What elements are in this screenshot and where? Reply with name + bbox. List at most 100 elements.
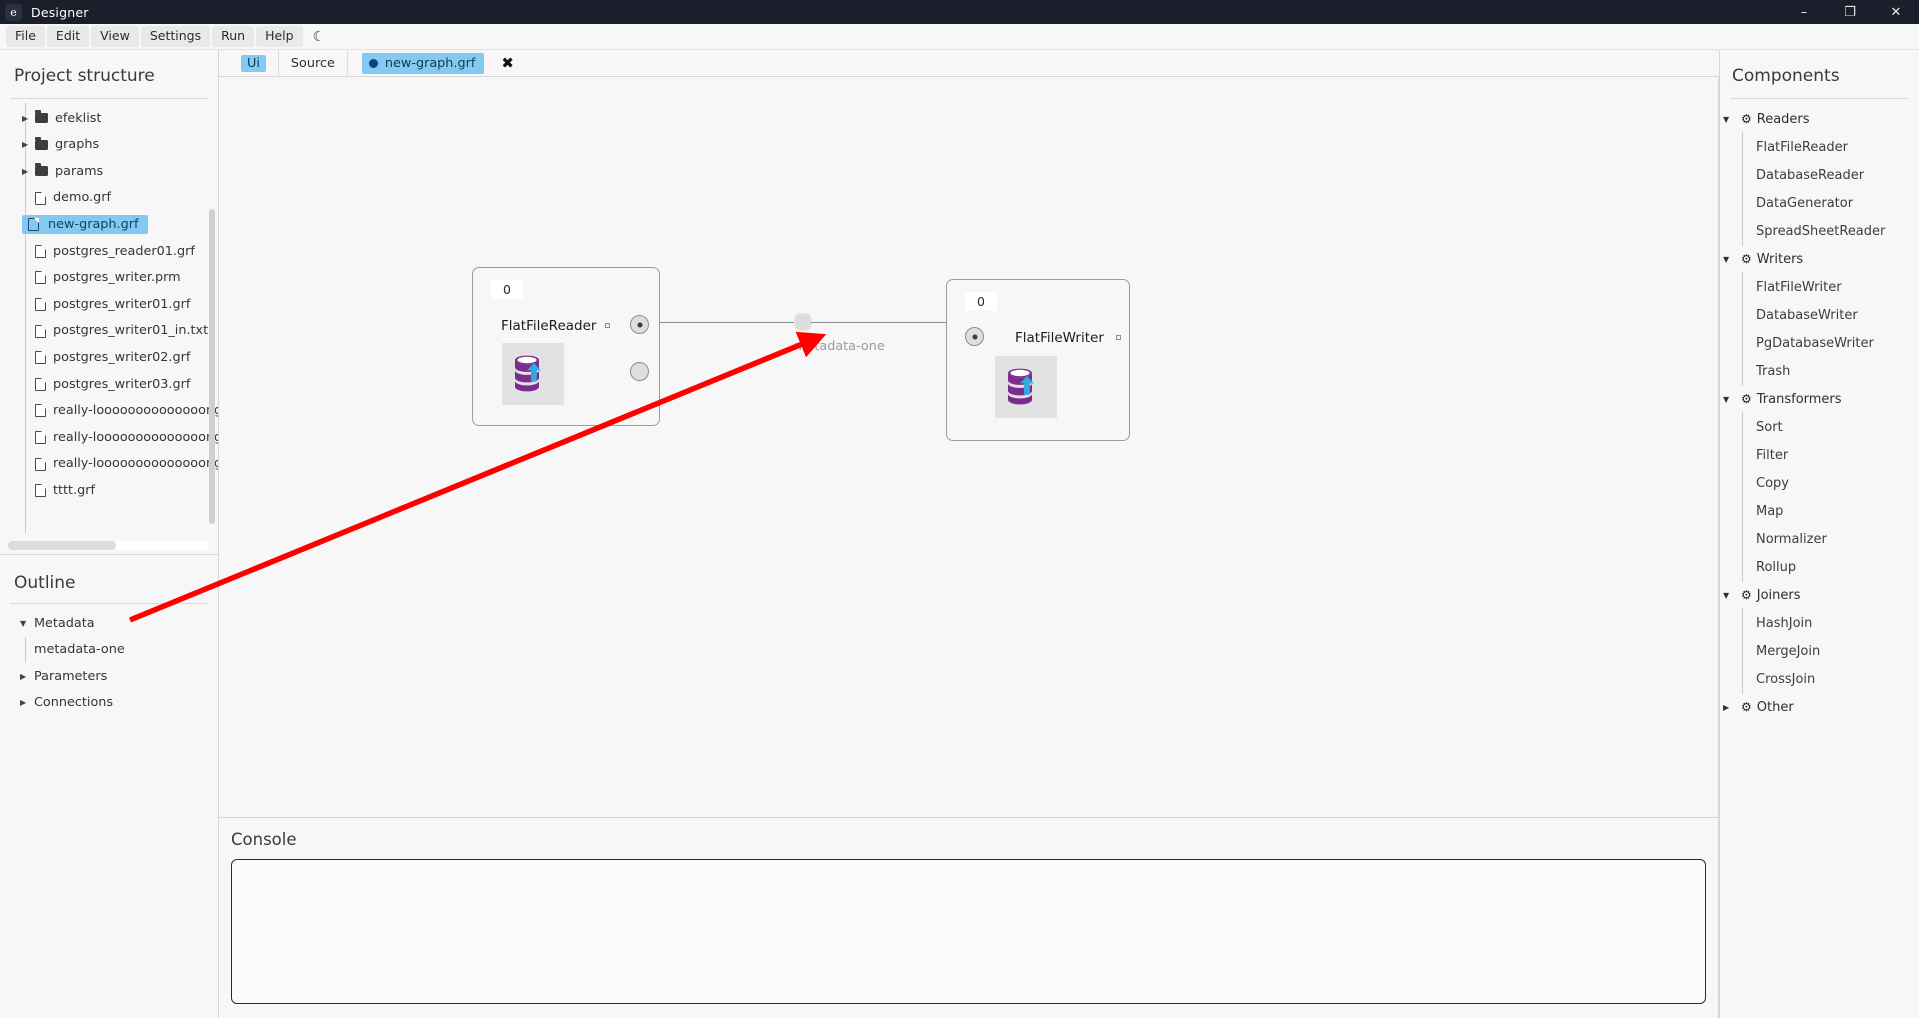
node-input-port-0[interactable] (965, 327, 984, 346)
project-tree-item[interactable]: postgres_writer03.grf (0, 371, 218, 398)
project-tree-item[interactable]: demo.grf (0, 185, 218, 212)
component-item-rollup[interactable]: Rollup (1720, 552, 1919, 582)
component-item-pgdatabasewriter[interactable]: PgDatabaseWriter (1720, 328, 1919, 358)
outline-twisty-icon[interactable]: ▶ (20, 672, 34, 681)
tree-item-content: demo.grf (22, 190, 111, 205)
project-tree-item[interactable]: ▶ params (0, 158, 218, 185)
project-tree-item[interactable]: postgres_writer02.grf (0, 344, 218, 371)
close-tab-icon[interactable]: ✖ (491, 54, 524, 72)
edge-label-metadata-one[interactable]: metadata-one (794, 339, 885, 354)
component-item-databasewriter[interactable]: DatabaseWriter (1720, 300, 1919, 330)
project-tree-item[interactable]: really-loooooooooooooong-f (0, 398, 218, 425)
component-item-spreadsheetreader[interactable]: SpreadSheetReader (1720, 216, 1919, 246)
component-item-filter[interactable]: Filter (1720, 440, 1919, 470)
close-button[interactable]: ✕ (1873, 0, 1919, 24)
graph-node-flatfilereader[interactable]: 0 FlatFileReader (472, 267, 660, 426)
menu-settings[interactable]: Settings (140, 25, 211, 48)
outline-item[interactable]: metadata-one (0, 636, 218, 664)
component-item-crossjoin[interactable]: CrossJoin (1720, 664, 1919, 694)
project-tree-item[interactable]: postgres_writer.prm (0, 265, 218, 292)
components-tree[interactable]: ▼ ⚙ Readers FlatFileReader DatabaseReader Dat… (1720, 99, 1919, 721)
component-group-joiners[interactable]: ▼ ⚙ Joiners (1720, 581, 1919, 609)
project-tree-item[interactable]: ▶ graphs (0, 132, 218, 159)
tree-twisty-icon[interactable]: ▶ (22, 167, 35, 176)
editor-tab-bar: Ui Source new-graph.grf ✖ (219, 50, 1719, 77)
tree-twisty-icon[interactable]: ▶ (22, 114, 35, 123)
project-tree-item[interactable]: tttt.grf (0, 477, 218, 504)
window-title: Designer (31, 4, 89, 20)
project-tree-item[interactable]: ▶ efeklist (0, 105, 218, 132)
tree-item-content: postgres_writer01_in.txt (22, 323, 208, 338)
component-item-hashjoin[interactable]: HashJoin (1720, 608, 1919, 638)
component-item-sort[interactable]: Sort (1720, 412, 1919, 442)
project-tree-vertical-scrollbar[interactable] (209, 209, 215, 524)
project-tree-item[interactable]: postgres_writer01_in.txt (0, 318, 218, 345)
component-group-writers[interactable]: ▼ ⚙ Writers (1720, 245, 1919, 273)
unsaved-changes-dot-icon (368, 58, 378, 68)
node-phase-badge[interactable]: 0 (491, 280, 523, 299)
edge-waypoint-handle[interactable] (794, 313, 812, 331)
component-item-mergejoin[interactable]: MergeJoin (1720, 636, 1919, 666)
component-group-readers[interactable]: ▼ ⚙ Readers (1720, 105, 1919, 133)
outline-tree[interactable]: ▼ Metadata metadata-one ▶ Parameters ▶ Connect… (0, 604, 218, 716)
component-item-trash[interactable]: Trash (1720, 356, 1919, 386)
tree-item-content: really-loooooooooooooong-f (22, 430, 218, 445)
menu-help[interactable]: Help (256, 25, 303, 48)
project-tree-item[interactable]: postgres_writer01.grf (0, 291, 218, 318)
component-item-label: FlatFileReader (1756, 139, 1848, 155)
group-twisty-icon[interactable]: ▼ (1723, 591, 1736, 600)
tab-document-label: new-graph.grf (384, 55, 476, 71)
project-tree-item[interactable]: new-graph.grf (0, 211, 218, 238)
project-structure-tree[interactable]: ▶ efeklist ▶ graphs ▶ params demo.grf new-graph… (0, 99, 218, 554)
menu-edit[interactable]: Edit (46, 25, 90, 48)
outline-item[interactable]: ▶ Connections (0, 690, 218, 717)
maximize-button[interactable]: ❐ (1827, 0, 1873, 24)
node-output-port-0[interactable] (630, 315, 649, 334)
component-item-copy[interactable]: Copy (1720, 468, 1919, 498)
node-phase-badge[interactable]: 0 (965, 292, 997, 311)
component-item-databasereader[interactable]: DatabaseReader (1720, 160, 1919, 190)
group-twisty-icon[interactable]: ▼ (1723, 255, 1736, 264)
project-tree-horizontal-scrollbar[interactable] (8, 541, 116, 550)
component-group-transformers[interactable]: ▼ ⚙ Transformers (1720, 385, 1919, 413)
folder-icon (35, 110, 48, 124)
component-group-other[interactable]: ▶ ⚙ Other (1720, 693, 1919, 721)
file-icon (35, 484, 46, 498)
menu-file[interactable]: File (6, 25, 45, 48)
console-output[interactable] (231, 859, 1706, 1004)
minimize-button[interactable]: – (1781, 0, 1827, 24)
menu-view[interactable]: View (91, 25, 139, 48)
project-tree-item[interactable]: really-loooooooooooooong-f (0, 424, 218, 451)
graph-canvas-container[interactable]: metadata-one 0 FlatFileReader 0 FlatFile… (219, 77, 1719, 818)
outline-twisty-icon[interactable]: ▼ (20, 619, 34, 628)
graph-node-flatfilewriter[interactable]: 0 FlatFileWriter (946, 279, 1130, 441)
tab-document-new-graph[interactable]: new-graph.grf ✖ (348, 50, 530, 76)
tab-source[interactable]: Source (279, 50, 348, 76)
group-twisty-icon[interactable]: ▶ (1723, 703, 1736, 712)
project-tree-item[interactable]: really-loooooooooooooong-f (0, 451, 218, 478)
tree-item-label: postgres_writer02.grf (53, 349, 191, 365)
outline-item[interactable]: ▼ Metadata (0, 610, 218, 637)
tab-ui[interactable]: Ui (229, 50, 279, 76)
node-title-flatfilewriter: FlatFileWriter (1015, 330, 1104, 346)
tree-item-label: really-loooooooooooooong-f (53, 429, 218, 445)
menu-run[interactable]: Run (212, 25, 255, 48)
node-output-port-1[interactable] (630, 362, 649, 381)
component-item-flatfilewriter[interactable]: FlatFileWriter (1720, 272, 1919, 302)
group-twisty-icon[interactable]: ▼ (1723, 115, 1736, 124)
project-tree-item[interactable]: postgres_reader01.grf (0, 238, 218, 265)
folder-icon (35, 163, 48, 177)
outline-twisty-icon[interactable]: ▶ (20, 698, 34, 707)
tree-twisty-icon[interactable]: ▶ (22, 140, 35, 149)
group-twisty-icon[interactable]: ▼ (1723, 395, 1736, 404)
component-item-map[interactable]: Map (1720, 496, 1919, 526)
component-item-flatfilereader[interactable]: FlatFileReader (1720, 132, 1919, 162)
graph-canvas[interactable]: metadata-one 0 FlatFileReader 0 FlatFile… (219, 77, 1718, 817)
node-icon-container (502, 343, 564, 405)
tree-item-label: efeklist (55, 110, 102, 126)
theme-toggle-moon-icon[interactable]: ☾ (305, 29, 334, 45)
component-item-datagenerator[interactable]: DataGenerator (1720, 188, 1919, 218)
outline-item[interactable]: ▶ Parameters (0, 663, 218, 690)
component-item-normalizer[interactable]: Normalizer (1720, 524, 1919, 554)
component-item-label: SpreadSheetReader (1756, 223, 1886, 239)
